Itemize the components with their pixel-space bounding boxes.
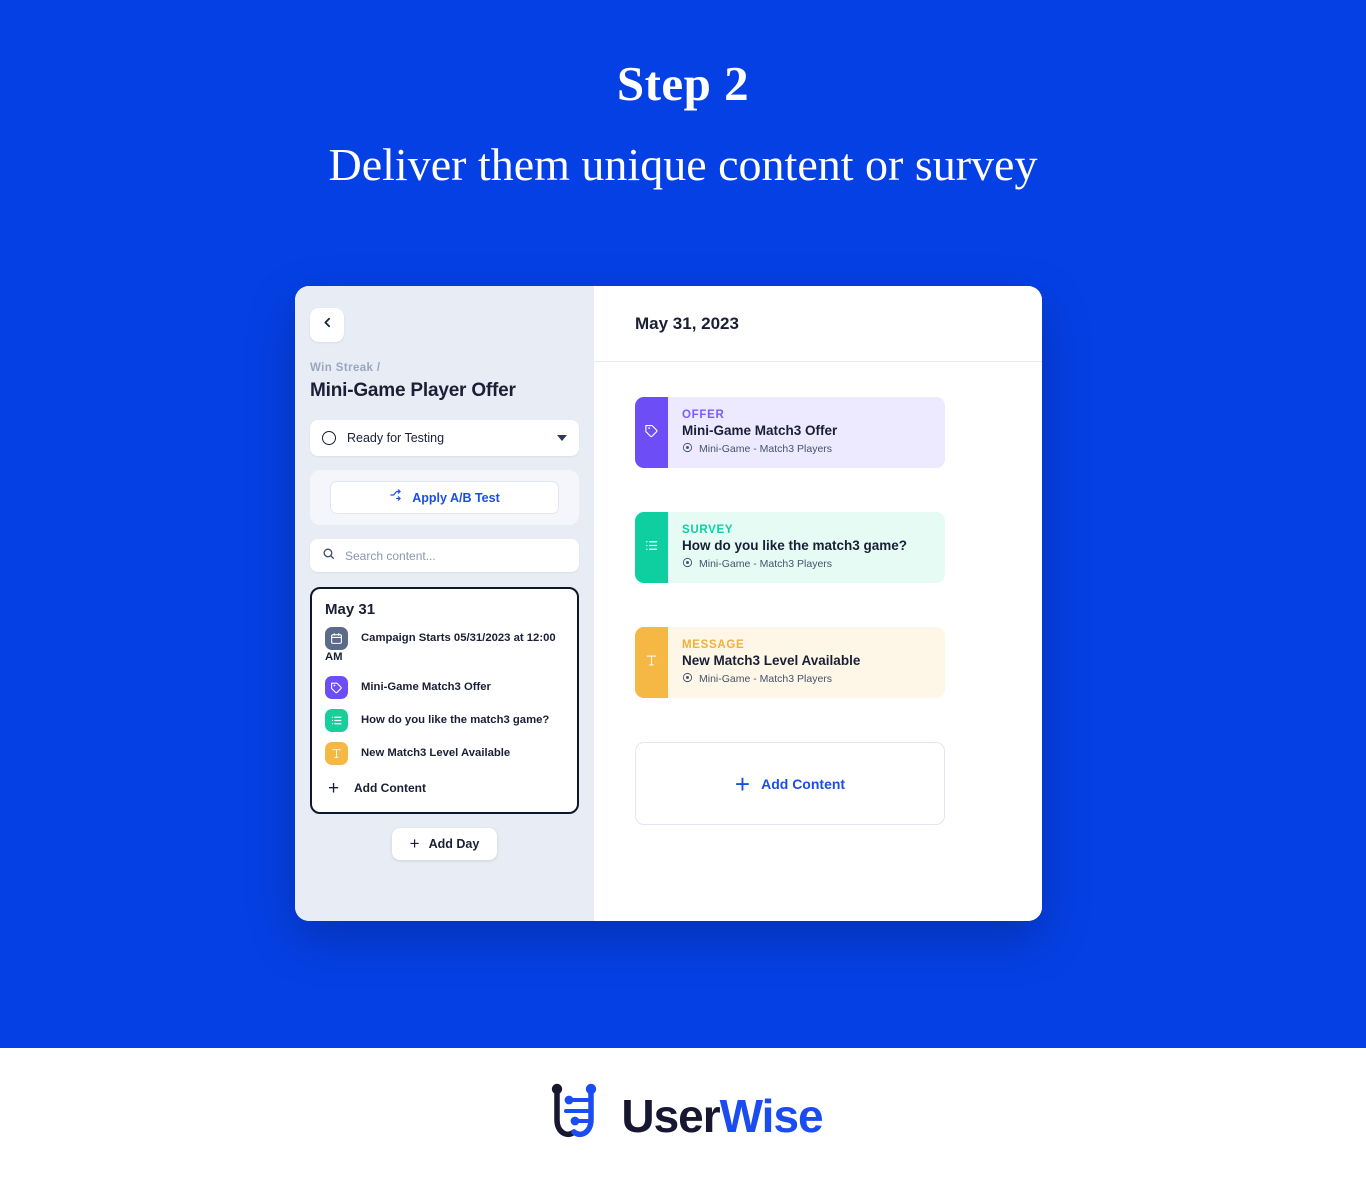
list-item[interactable]: New Match3 Level Available — [325, 741, 564, 765]
list-item-label: Mini-Game Match3 Offer — [361, 680, 491, 693]
list-item[interactable]: Campaign Starts 05/31/2023 at 12:00 AM — [325, 627, 564, 666]
list-item-label: New Match3 Level Available — [361, 746, 511, 759]
main-date-title: May 31, 2023 — [635, 313, 739, 333]
apply-ab-test-button[interactable]: Apply A/B Test — [330, 481, 559, 514]
add-content-sidebar-button[interactable]: + Add Content — [325, 779, 564, 798]
plus-icon: + — [327, 777, 340, 799]
list-icon — [325, 708, 348, 732]
status-select[interactable]: Ready for Testing — [310, 420, 579, 456]
tag-icon — [325, 675, 348, 699]
search-input[interactable] — [345, 548, 567, 563]
chevron-left-icon — [321, 316, 334, 334]
search-icon — [322, 547, 335, 565]
day-card-title: May 31 — [325, 601, 376, 618]
add-content-button[interactable]: + Add Content — [635, 742, 945, 825]
card-kind-label: MESSAGE — [682, 639, 745, 651]
ab-test-panel: Apply A/B Test — [310, 470, 579, 525]
card-body: SURVEY How do you like the match3 game? … — [668, 512, 921, 583]
search-box[interactable] — [310, 539, 579, 572]
list-item-label: How do you like the match3 game? — [361, 713, 550, 726]
list-item[interactable]: How do you like the match3 game? — [325, 708, 564, 732]
target-icon — [682, 672, 693, 686]
text-icon — [325, 741, 348, 765]
add-day-button[interactable]: + Add Day — [391, 827, 498, 860]
back-button[interactable] — [310, 308, 344, 342]
card-stripe — [635, 512, 668, 583]
plus-icon: + — [734, 768, 751, 799]
app-window: Win Streak / Mini-Game Player Offer Read… — [295, 286, 1042, 921]
calendar-icon — [325, 627, 348, 650]
card-kind-label: SURVEY — [682, 524, 734, 536]
card-body: MESSAGE New Match3 Level Available Mini-… — [668, 627, 874, 698]
card-meta: Mini-Game - Match3 Players — [682, 442, 837, 456]
target-icon — [682, 442, 693, 456]
logo-text-wise: Wise — [719, 1089, 824, 1142]
target-icon — [682, 557, 693, 571]
content-card-list: OFFER Mini-Game Match3 Offer Mini-Game -… — [594, 362, 1042, 825]
list-item[interactable]: Mini-Game Match3 Offer — [325, 675, 564, 699]
card-title: How do you like the match3 game? — [682, 538, 908, 553]
sidebar: Win Streak / Mini-Game Player Offer Read… — [295, 286, 594, 921]
logo-wordmark: UserWise — [621, 1089, 824, 1143]
text-icon — [644, 653, 659, 673]
add-content-label: Add Content — [761, 775, 846, 792]
list-icon — [644, 538, 659, 558]
split-arrow-icon — [389, 488, 403, 507]
page-title: Step 2 — [616, 56, 750, 111]
card-kind-label: OFFER — [682, 409, 725, 421]
footer: UserWise — [0, 1048, 1366, 1183]
card-meta-label: Mini-Game - Match3 Players — [699, 558, 833, 570]
card-body: OFFER Mini-Game Match3 Offer Mini-Game -… — [668, 397, 851, 468]
apply-ab-test-label: Apply A/B Test — [412, 490, 500, 505]
card-meta-label: Mini-Game - Match3 Players — [699, 443, 833, 455]
main-header: May 31, 2023 — [594, 286, 1042, 362]
add-content-sidebar-label: Add Content — [354, 781, 426, 795]
card-stripe — [635, 627, 668, 698]
card-meta: Mini-Game - Match3 Players — [682, 672, 860, 686]
hero-banner: Step 2 Deliver them unique content or su… — [0, 0, 1366, 1048]
card-meta-label: Mini-Game - Match3 Players — [699, 673, 833, 685]
content-card-survey[interactable]: SURVEY How do you like the match3 game? … — [635, 512, 945, 583]
plus-icon: + — [409, 834, 420, 853]
day-card: May 31 Campaign Starts 05/31/2023 at 12:… — [310, 587, 579, 814]
project-title: Mini-Game Player Offer — [310, 380, 516, 401]
card-title: Mini-Game Match3 Offer — [682, 423, 838, 438]
card-stripe — [635, 397, 668, 468]
status-circle-icon — [322, 431, 336, 445]
add-day-wrapper: + Add Day — [310, 827, 579, 860]
status-value: Ready for Testing — [347, 431, 445, 445]
page-subtitle: Deliver them unique content or survey — [328, 139, 1038, 190]
content-card-offer[interactable]: OFFER Mini-Game Match3 Offer Mini-Game -… — [635, 397, 945, 468]
card-meta: Mini-Game - Match3 Players — [682, 557, 907, 571]
add-day-label: Add Day — [428, 836, 480, 851]
userwise-logo-icon — [543, 1080, 605, 1151]
chevron-down-icon — [557, 435, 567, 441]
main-panel: May 31, 2023 OFFER Mini-Game Match3 Offe… — [594, 286, 1042, 921]
tag-icon — [644, 423, 659, 443]
breadcrumb[interactable]: Win Streak / — [310, 362, 579, 374]
content-card-message[interactable]: MESSAGE New Match3 Level Available Mini-… — [635, 627, 945, 698]
logo-text-user: User — [621, 1089, 720, 1142]
card-title: New Match3 Level Available — [682, 653, 861, 668]
list-item-label: Campaign Starts 05/31/2023 at 12:00 AM — [325, 632, 556, 663]
